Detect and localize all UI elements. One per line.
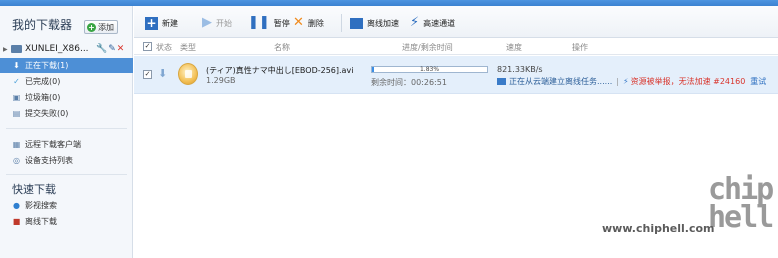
lightning-icon: ⚡ [622,77,629,86]
expand-arrow-icon[interactable]: ▶ [3,46,11,53]
warning-text: 资源被举报，无法加速 #24160 [630,77,746,86]
pause-button[interactable]: ❚❚ 暂停 [248,14,290,32]
table-row[interactable]: ✓ ⬇ (ティア)真性ナマ中出し[EBOD-256].avi 1.29GB 1.… [134,56,778,94]
sidebar-title: 我的下载器 [12,18,73,32]
sidebar-item-completed[interactable]: ✓ 已完成(0) [0,74,133,89]
sidebar-item-label: 离线下载 [25,217,57,226]
list-header: ✓ 状态 类型 名称 进度/剩余时间 速度 操作 [134,39,778,55]
play-icon: ▶ [202,15,212,30]
sidebar-item-label: 提交失败(0) [25,109,69,118]
document-icon: ▤ [12,109,21,118]
download-speed: 821.33KB/s [497,65,543,74]
sidebar-item-label: 远程下载客户端 [25,140,81,149]
wrench-icon[interactable]: 🔧 [96,44,107,54]
sidebar-item-offline-download[interactable]: ■ 离线下载 [0,214,133,229]
file-name: (ティア)真性ナマ中出し[EBOD-256].avi [206,66,354,75]
toolbar-divider [341,14,342,32]
sidebar-item-failed[interactable]: ▤ 提交失败(0) [0,106,133,121]
offline-download-icon: ■ [12,217,21,226]
column-speed: 速度 [506,43,522,52]
file-size: 1.29GB [206,76,236,85]
column-action: 操作 [572,43,588,52]
watermark-logo: chip hell [708,172,774,235]
plus-icon: + [87,22,96,32]
sidebar-divider [6,128,127,129]
delete-label: 删除 [307,18,324,28]
column-type: 类型 [180,43,196,52]
sidebar-item-label: 影视搜索 [25,201,57,210]
retry-link[interactable]: 重试 [750,76,766,87]
computer-icon [11,45,22,53]
sidebar-item-label: 垃圾箱(0) [25,93,61,102]
pause-icon: ❚❚ [248,15,270,30]
status-divider: | [616,77,619,86]
remaining-time: 剩余时间：00:26:51 [371,78,447,87]
row-checkbox[interactable]: ✓ [143,70,152,79]
progress-percent: 1.83% [419,66,440,73]
sidebar: 我的下载器 + 添加 ▶ XUNLEI_X86... 🔧 ✎ ✕ ⬇ 正在下载(… [0,6,133,258]
globe-icon: ● [13,201,20,210]
check-icon: ✓ [13,77,20,86]
start-label: 开始 [216,18,232,28]
sidebar-item-video-search[interactable]: ● 影视搜索 [0,198,133,213]
sidebar-item-downloading[interactable]: ⬇ 正在下载(1) [0,58,133,73]
download-arrow-icon: ⬇ [158,67,168,80]
lightning-icon: ⚡ [410,15,420,30]
device-item[interactable]: ▶ XUNLEI_X86... 🔧 ✎ ✕ [0,42,133,56]
sidebar-item-trash[interactable]: ▣ 垃圾箱(0) [0,90,133,105]
sidebar-item-device-list[interactable]: ◎ 设备支持列表 [0,153,133,168]
edit-icon[interactable]: ✎ [108,44,116,54]
remote-client-icon: ▦ [12,140,21,149]
select-all-checkbox[interactable]: ✓ [143,42,152,51]
plus-icon: + [145,15,158,30]
sidebar-item-label: 设备支持列表 [25,156,73,165]
sidebar-item-remote-client[interactable]: ▦ 远程下载客户端 [0,137,133,152]
column-status: 状态 [156,43,172,52]
download-arrow-icon: ⬇ [13,61,20,70]
fast-channel-label: 高速通道 [423,18,456,28]
start-button[interactable]: ▶ 开始 [202,14,232,32]
sidebar-divider [6,174,127,175]
remove-device-icon[interactable]: ✕ [117,44,125,54]
status-text: 正在从云端建立离线任务...... [509,77,613,86]
offline-accel-button[interactable]: 离线加速 [350,14,399,32]
fast-channel-button[interactable]: ⚡ 高速通道 [410,14,455,32]
device-name: XUNLEI_X86... [25,44,89,54]
toolbar: + 新建 ▶ 开始 ❚❚ 暂停 ✕ 删除 离线加速 ⚡ 高速通道 [134,6,778,38]
column-progress: 进度/剩余时间 [402,43,453,52]
delete-button[interactable]: ✕ 删除 [293,14,324,32]
new-button[interactable]: + 新建 [145,14,178,32]
progress-bar: 1.83% [371,66,488,73]
watermark-url: www.chiphell.com [602,222,715,235]
sidebar-item-label: 正在下载(1) [25,61,69,70]
pause-label: 暂停 [273,18,290,28]
column-name: 名称 [274,43,290,52]
sidebar-item-label: 已完成(0) [25,77,61,86]
add-label: 添加 [98,22,114,32]
add-device-button[interactable]: + 添加 [84,20,118,34]
trash-icon: ▣ [12,93,21,102]
new-label: 新建 [162,18,178,28]
row-status: 正在从云端建立离线任务...... | ⚡ 资源被举报，无法加速 #24160 … [497,76,766,87]
sidebar-header: 我的下载器 + 添加 [0,6,133,38]
video-file-icon [178,63,198,85]
watermark: chip hell www.chiphell.com [602,172,778,258]
device-list-icon: ◎ [13,156,20,165]
delete-x-icon: ✕ [293,15,304,30]
quick-download-title: 快速下载 [12,183,56,196]
monitor-icon [497,78,506,85]
monitor-icon [350,17,363,29]
offline-accel-label: 离线加速 [367,18,399,28]
